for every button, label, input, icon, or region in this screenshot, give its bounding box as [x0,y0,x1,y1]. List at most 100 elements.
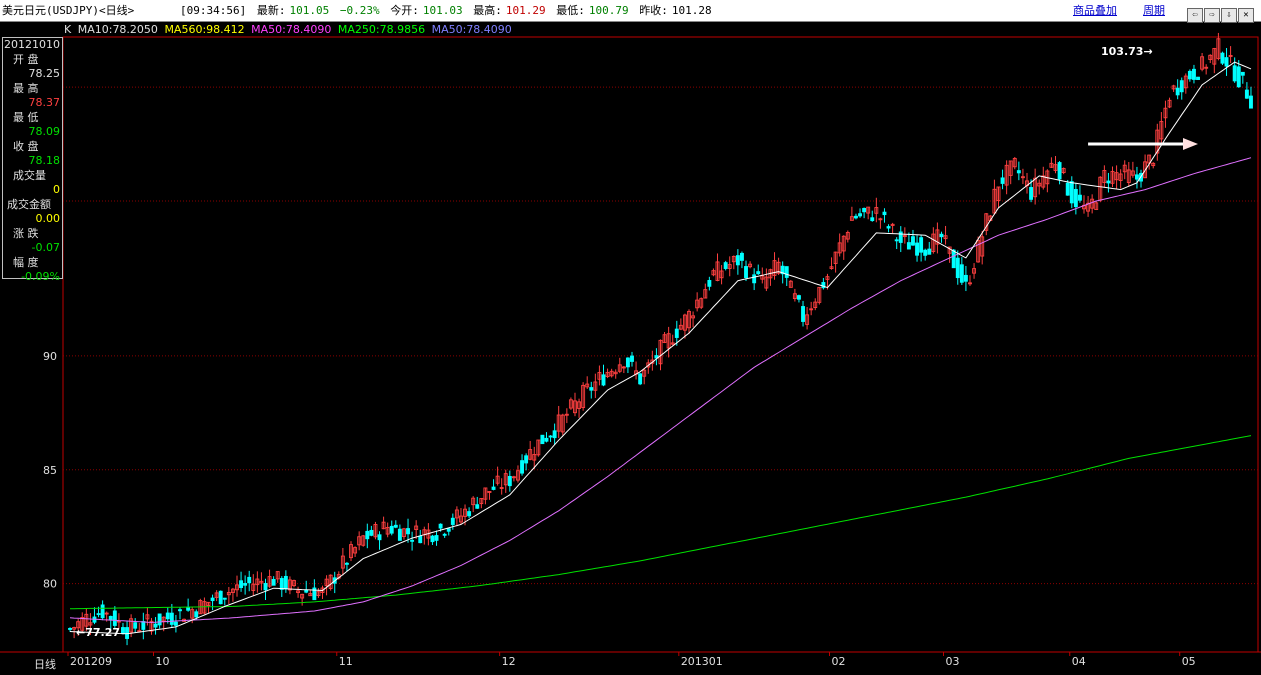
candle-body [625,357,630,368]
candle-body [1232,65,1237,82]
candle-body [178,609,182,612]
candle-body [243,583,248,586]
candle-body [68,627,72,630]
candle-body [1000,177,1005,184]
candle-body [801,306,805,322]
candle-body [125,627,129,639]
candle-body [919,237,924,253]
x-tick-label: 201301 [681,655,723,668]
candle-body [194,611,199,618]
candle-body [218,590,223,605]
candle-body [589,387,594,391]
candle-body [927,248,932,255]
candle-body [467,511,472,517]
info-change: -0.07 [31,241,60,254]
candle-body [544,437,549,442]
candle-body [1220,52,1225,64]
info-close: 78.18 [28,154,61,167]
candle-body [744,266,748,279]
info-close-label: 收 盘 [13,139,39,153]
candle-body [446,528,451,532]
candle-body [157,613,162,626]
candle-body [165,612,170,620]
candle-body [369,529,374,536]
candle-body [247,576,252,584]
candle-body [434,535,439,541]
candle-body [141,621,146,630]
candle-body [1029,187,1034,200]
info-open-label: 开 盘 [13,52,39,66]
candle-body [418,535,423,544]
info-change-label: 涨 跌 [13,226,39,240]
candle-body [963,274,968,282]
info-high: 78.37 [28,96,61,109]
candle-body [1192,68,1196,80]
x-tick-label: 05 [1182,655,1196,668]
candle-body [906,242,911,250]
candle-body [674,328,679,338]
x-tick-label: 11 [339,655,353,668]
x-tick-label: 03 [946,655,960,668]
candle-body [601,374,606,386]
legend-ma250: MA250:78.9856 [337,23,426,36]
info-amount: 0.00 [35,212,61,225]
candle-body [915,242,919,256]
candle-body [886,226,891,229]
candle-body [1179,80,1184,93]
candle-body [389,525,394,534]
candle-body [707,280,712,287]
candle-body [951,249,956,269]
candle-body [784,266,789,278]
legend-ma10: MA10:78.2050 [77,23,158,36]
candle-body [1249,95,1253,109]
bar-info-panel: 20121010 开 盘 78.25 最 高 78.37 最 低 78.09 收… [2,37,63,283]
candle-body [210,597,215,602]
candle-body [752,274,757,284]
candle-body [507,475,512,487]
candle-body [133,622,138,629]
candle-body [263,583,268,591]
candle-body [344,562,349,565]
candle-body [1187,70,1192,80]
candle-body [186,606,191,611]
legend-ma50a: MA50:78.4090 [251,23,332,36]
info-volume-label: 成交量 [13,168,46,182]
candle-body [870,217,875,222]
candle-body [540,434,545,445]
candle-body [173,621,178,626]
candle-body [735,255,740,266]
candle-body [279,578,284,590]
candle-body [1240,71,1245,76]
candle-body [1244,89,1249,99]
candle-body [365,530,370,540]
candle-body [552,430,557,439]
candle-body [304,589,309,593]
candle-body [939,233,944,238]
candle-body [911,236,915,246]
info-volume: 0 [53,183,60,196]
candle-body [520,460,524,474]
candle-body [955,257,960,279]
resistance-arrow-icon [1183,138,1198,151]
candle-body [239,580,244,589]
candle-body [1175,87,1180,96]
candle-body [1224,57,1229,67]
info-range-label: 幅 度 [13,255,39,269]
candle-body [377,534,382,541]
info-high-label: 最 高 [13,81,39,95]
candlestick-chart[interactable]: 80 85 90 201209 10 11 12 201301 02 03 04 05 103.73→ ←… [0,0,1261,675]
candle-body [1196,76,1200,81]
y-tick-label: 85 [43,464,57,477]
y-tick-label: 90 [43,350,57,363]
y-tick-label: 80 [43,578,57,591]
candle-body [283,575,288,590]
candle-body [475,504,480,509]
candle-body [112,610,117,626]
candle-body [894,239,899,242]
candle-body [548,435,553,438]
candle-body [723,262,728,269]
candle-body [406,528,410,535]
candle-body [1073,189,1078,208]
ma-long-line [70,435,1252,610]
info-low-label: 最 低 [13,110,39,124]
